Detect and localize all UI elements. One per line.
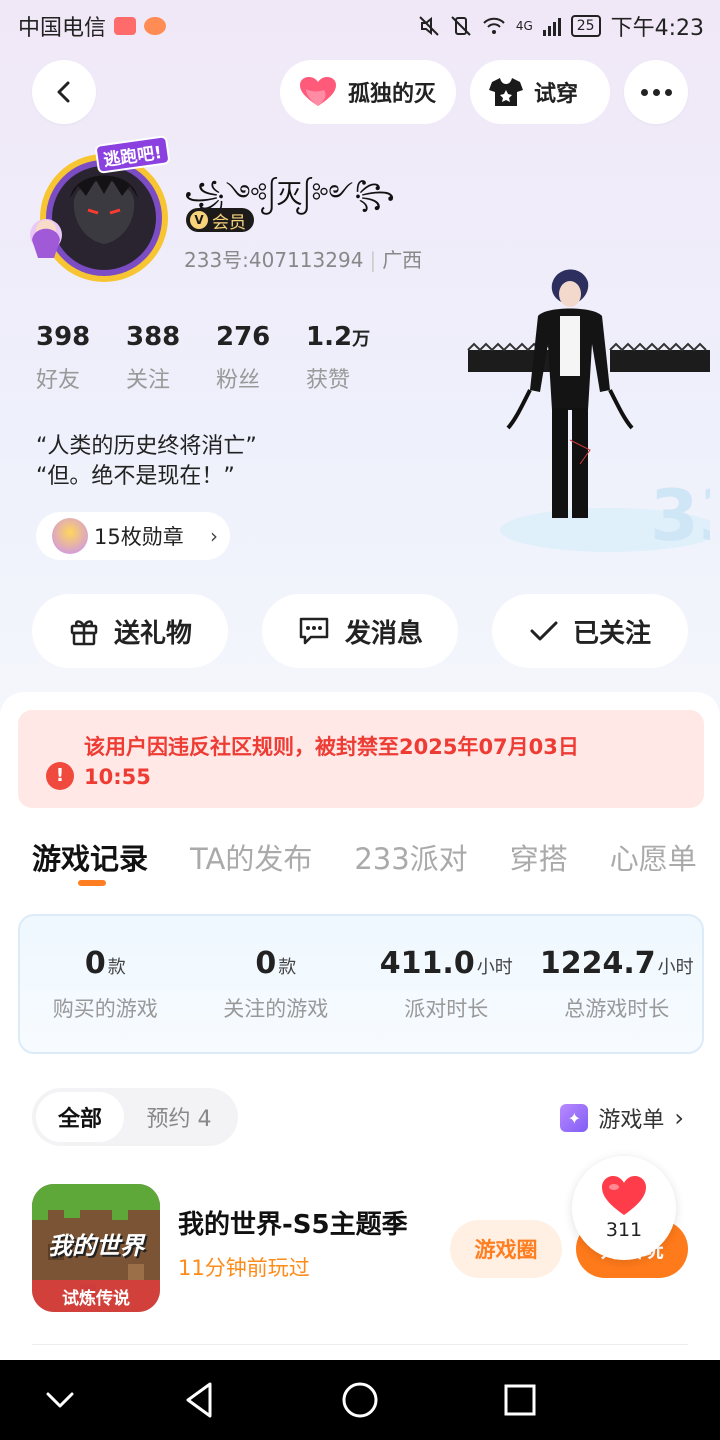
- game-icon-subtitle: 试炼传说: [62, 1289, 130, 1309]
- tab-game-records[interactable]: 游戏记录: [32, 836, 148, 878]
- message-icon: [299, 617, 329, 645]
- favorite-label: 孤独的灭: [348, 82, 437, 107]
- game-name: 我的世界-S5主题季: [178, 1210, 408, 1240]
- tab-posts[interactable]: TA的发布: [190, 836, 312, 878]
- filter-segment: 全部 预约 4: [32, 1088, 238, 1146]
- medal-icon: [52, 518, 88, 554]
- profile-stats: 398 好友 388 关注 276 粉丝 1.2万 获赞: [36, 322, 396, 394]
- badges-button[interactable]: 15枚勋章 ›: [36, 512, 230, 560]
- battery-icon: 25: [570, 15, 601, 37]
- more-button[interactable]: [624, 60, 688, 124]
- following-button[interactable]: 已关注: [492, 594, 688, 668]
- nav-collapse-icon[interactable]: [38, 1378, 82, 1422]
- system-nav-bar: [0, 1360, 720, 1440]
- ban-notice: ! 该用户因违反社区规则，被封禁至2025年07月03日 10:55: [18, 710, 704, 808]
- tab-outfits[interactable]: 穿搭: [510, 836, 568, 878]
- favorite-button[interactable]: 孤独的灭: [280, 60, 456, 124]
- notification-app-icon: [144, 17, 167, 35]
- filter-all[interactable]: 全部: [36, 1092, 124, 1142]
- nav-recents-icon[interactable]: [498, 1378, 542, 1422]
- stat-total-play-time[interactable]: 1224.7 小时 总游戏时长: [532, 916, 703, 1052]
- stat-likes[interactable]: 1.2万 获赞: [306, 322, 396, 394]
- filter-reserve[interactable]: 预约 4: [124, 1092, 234, 1142]
- sparkle-icon: ✦: [560, 1104, 589, 1132]
- following-label: 已关注: [572, 618, 651, 649]
- status-bar: 中国电信 4G 25 下午4:23: [0, 0, 720, 52]
- game-icon: 我的世界 试炼传说: [32, 1184, 160, 1312]
- mute-icon: [419, 16, 439, 36]
- signal-icon: [542, 16, 561, 36]
- vip-label: 会员: [212, 212, 246, 233]
- send-gift-button[interactable]: 送礼物: [32, 594, 228, 668]
- try-on-label: 试穿: [534, 82, 579, 107]
- vip-icon: V: [190, 211, 208, 229]
- more-dots-icon: [640, 88, 672, 96]
- tshirt-icon: [489, 78, 523, 106]
- vip-badge: V 会员: [186, 208, 254, 233]
- tab-wishlist[interactable]: 心愿单: [610, 836, 697, 878]
- send-gift-label: 送礼物: [113, 618, 192, 649]
- clock: 下午4:23: [610, 16, 704, 41]
- avatar[interactable]: 逃跑吧!: [24, 135, 174, 290]
- nav-back-icon[interactable]: [178, 1378, 222, 1422]
- wifi-icon: [483, 17, 505, 34]
- stat-followed-games[interactable]: 0款 关注的游戏: [191, 916, 362, 1052]
- stat-following[interactable]: 388 关注: [126, 322, 216, 394]
- main-content-card: ! 该用户因违反社区规则，被封禁至2025年07月03日 10:55 游戏记录 …: [0, 692, 720, 1360]
- checkmark-icon: [530, 621, 558, 641]
- bio-line: “人类的历史终将消亡”: [36, 434, 257, 459]
- notification-app-icon: [114, 17, 137, 35]
- stat-purchased-games[interactable]: 0款 购买的游戏: [20, 916, 191, 1052]
- active-tab-indicator: [78, 880, 106, 886]
- divider: [32, 1344, 688, 1345]
- like-button[interactable]: 311: [572, 1156, 676, 1260]
- stat-friends[interactable]: 398 好友: [36, 322, 126, 394]
- back-arrow-icon: [57, 81, 70, 103]
- network-type-label: 4G: [515, 19, 533, 33]
- vibrate-off-icon: [451, 16, 471, 36]
- back-button[interactable]: [32, 60, 96, 124]
- heart-icon: [300, 77, 336, 106]
- bio: “人类的历史终将消亡” “但。绝不是现在！”: [36, 432, 257, 492]
- send-message-button[interactable]: 发消息: [262, 594, 458, 668]
- game-circle-button[interactable]: 游戏圈: [450, 1220, 562, 1278]
- user-id: 233号:407113294: [184, 248, 364, 272]
- send-message-label: 发消息: [344, 618, 423, 649]
- stat-fans[interactable]: 276 粉丝: [216, 322, 306, 394]
- heart-icon: [602, 1176, 646, 1215]
- game-last-played: 11分钟前玩过: [178, 1256, 310, 1280]
- badges-label: 15枚勋章: [94, 525, 184, 549]
- tab-party[interactable]: 233派对: [354, 836, 467, 878]
- profile-tabs: 游戏记录 TA的发布 233派对 穿搭 心愿单: [32, 836, 697, 878]
- carrier-label: 中国电信: [18, 16, 107, 41]
- ban-notice-text: 10:55: [84, 765, 151, 789]
- game-stats-card: 0款 购买的游戏 0款 关注的游戏 411.0 小时 派对时长 1224.7 小时 …: [18, 914, 704, 1054]
- ban-notice-text: 该用户因违反社区规则，被封禁至2025年07月03日: [84, 735, 579, 759]
- gift-icon: [70, 620, 98, 646]
- user-id-line: 233号:407113294 | 广西: [184, 248, 423, 272]
- bio-line: “但。绝不是现在！”: [36, 464, 235, 489]
- game-list-label: 游戏单: [598, 1108, 665, 1133]
- like-count: 311: [605, 1219, 643, 1241]
- chevron-right-icon: ›: [210, 524, 218, 548]
- svg-text:33: 33: [650, 475, 710, 557]
- try-on-button[interactable]: 试穿: [470, 60, 610, 124]
- warning-icon: !: [46, 762, 74, 790]
- chevron-right-icon: ›: [674, 1104, 684, 1132]
- game-list-link[interactable]: ✦ 游戏单 ›: [560, 1102, 684, 1134]
- game-icon-title: 我的世界: [48, 1232, 144, 1260]
- nav-home-icon[interactable]: [338, 1378, 382, 1422]
- user-region: 广西: [382, 248, 423, 272]
- avatar-3d-character[interactable]: 33: [460, 260, 720, 570]
- stat-party-time[interactable]: 411.0 小时 派对时长: [361, 916, 532, 1052]
